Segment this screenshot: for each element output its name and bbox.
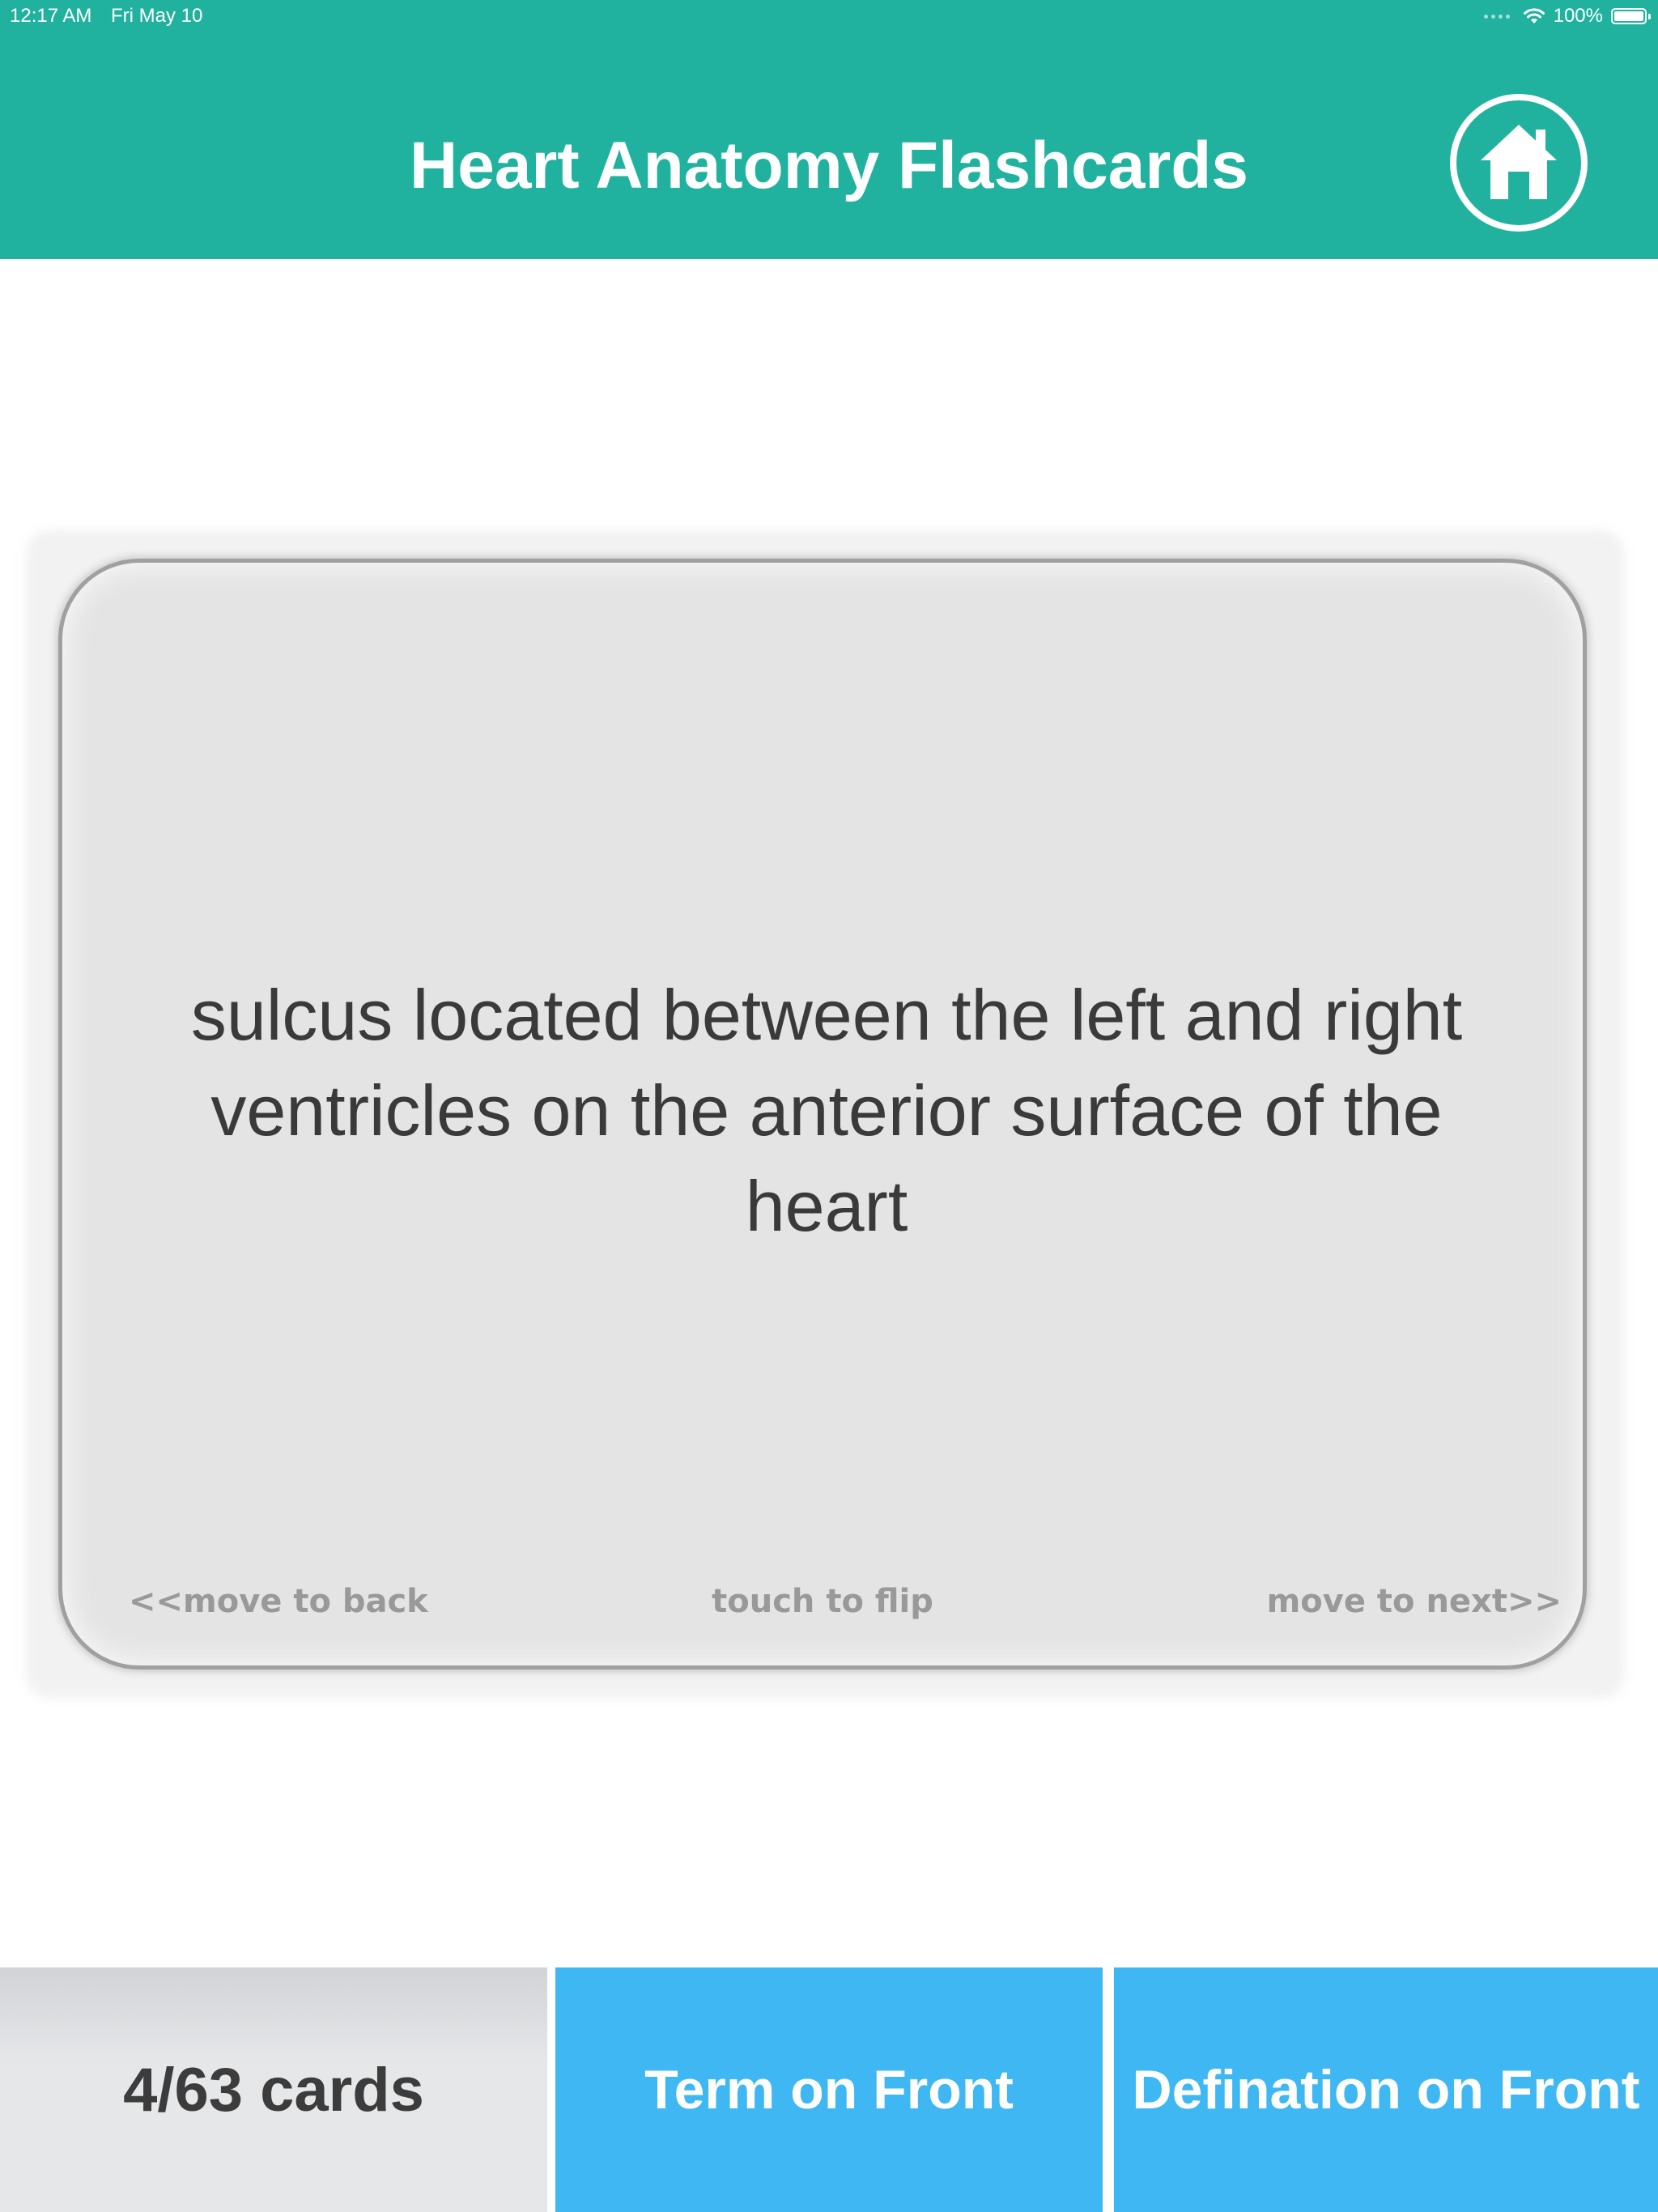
card-text: sulcus located between the left and righ… <box>190 975 1463 1246</box>
card-count: 4/63 cards <box>0 1967 547 2212</box>
wifi-icon <box>1523 8 1545 23</box>
home-button[interactable] <box>1450 94 1588 232</box>
definition-on-front-button[interactable]: Defination on Front <box>1114 1967 1658 2212</box>
page-title: Heart Anatomy Flashcards <box>410 129 1248 202</box>
status-indicators: 100% <box>1483 0 1651 32</box>
flashcard[interactable]: sulcus located between the left and righ… <box>58 559 1587 1670</box>
battery-percentage: 100% <box>1553 5 1603 27</box>
status-time: 12:17 AM <box>10 5 92 27</box>
status-bar: 12:17 AM Fri May 10 100% <box>0 0 1658 32</box>
term-on-front-button[interactable]: Term on Front <box>555 1967 1103 2212</box>
app-header: 12:17 AM Fri May 10 100% Heart Anatomy F… <box>0 0 1658 259</box>
battery-icon <box>1611 8 1651 24</box>
home-icon <box>1481 125 1557 199</box>
status-date: Fri May 10 <box>111 5 203 27</box>
move-to-next-hint[interactable]: move to next>> <box>1267 1581 1562 1622</box>
bottom-bar: 4/63 cards Term on Front Defination on F… <box>0 1967 1658 2212</box>
signal-dots-icon <box>1483 14 1510 19</box>
